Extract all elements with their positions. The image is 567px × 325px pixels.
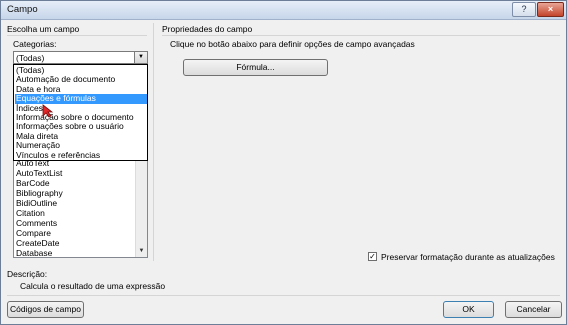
title-bar: Campo ? ×: [1, 1, 566, 20]
field-codes-button[interactable]: Códigos de campo: [7, 301, 84, 318]
close-button[interactable]: ×: [537, 2, 564, 17]
dropdown-option[interactable]: Vínculos e referências: [15, 150, 147, 160]
list-item[interactable]: BarCode: [16, 178, 50, 188]
scroll-down-arrow-icon[interactable]: ▼: [136, 246, 147, 257]
bottom-separator: [7, 295, 560, 296]
categories-selected-value: (Todas): [16, 53, 45, 63]
mouse-cursor-icon: [42, 104, 54, 118]
choose-field-heading: Escolha um campo: [7, 24, 80, 34]
list-item[interactable]: Citation: [16, 208, 45, 218]
left-separator: [7, 35, 147, 36]
list-item[interactable]: CreateDate: [16, 238, 59, 248]
formula-button[interactable]: Fórmula...: [183, 59, 328, 76]
ok-button[interactable]: OK: [443, 301, 494, 318]
categories-dropdown[interactable]: (Todas) Automação de documento Data e ho…: [13, 64, 148, 161]
list-item[interactable]: AutoTextList: [16, 168, 62, 178]
instruction-text: Clique no botão abaixo para definir opçõ…: [170, 39, 415, 49]
field-properties-heading: Propriedades do campo: [162, 24, 253, 34]
list-item[interactable]: Bibliography: [16, 188, 63, 198]
preserve-formatting-checkbox[interactable]: ✓: [368, 252, 377, 261]
right-separator: [162, 35, 560, 36]
preserve-formatting-label[interactable]: Preservar formatação durante as atualiza…: [381, 252, 555, 262]
window-title: Campo: [7, 4, 38, 15]
categories-label: Categorias:: [13, 39, 57, 49]
help-button[interactable]: ?: [512, 2, 536, 17]
list-item[interactable]: BidiOutline: [16, 198, 57, 208]
description-text: Calcula o resultado de uma expressão: [20, 281, 166, 291]
list-item[interactable]: Compare: [16, 228, 51, 238]
chevron-down-icon[interactable]: ▼: [134, 52, 147, 63]
categories-combobox[interactable]: (Todas) ▼: [13, 51, 148, 64]
list-item[interactable]: Comments: [16, 218, 57, 228]
field-dialog: Campo ? × Escolha um campo Categorias: (…: [0, 0, 567, 325]
description-label: Descrição:: [7, 269, 48, 279]
list-item[interactable]: Database: [16, 248, 52, 257]
panel-divider: [153, 23, 154, 261]
cancel-button[interactable]: Cancelar: [505, 301, 562, 318]
